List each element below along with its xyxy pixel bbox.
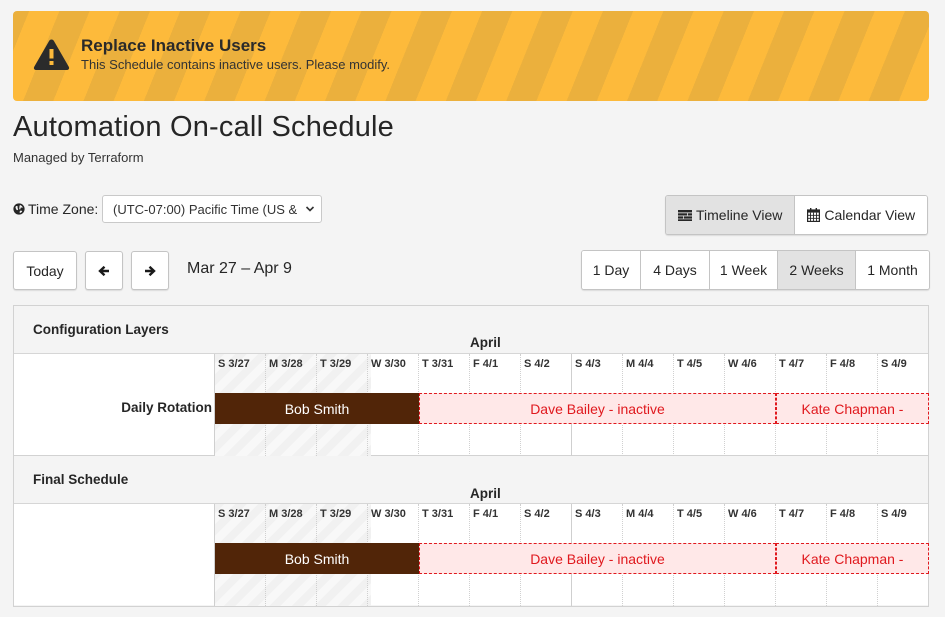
day-label: W 3/30 [371, 508, 406, 520]
calendar-view-button[interactable]: Calendar View [794, 196, 928, 234]
day-label: T 3/29 [320, 358, 352, 370]
day-label: S 4/2 [524, 358, 550, 370]
range-4-days-button[interactable]: 4 Days [640, 251, 709, 289]
day-label: T 3/29 [320, 508, 352, 520]
timeline-view-label: Timeline View [696, 207, 783, 223]
day-label: T 4/5 [677, 358, 703, 370]
day-label: S 4/3 [575, 508, 601, 520]
day-label: W 3/30 [371, 358, 406, 370]
shift-user-name: Dave Bailey - inactive [530, 400, 665, 417]
shift-bar-inactive[interactable]: Dave Bailey - inactive [419, 393, 776, 424]
arrow-left-icon [98, 265, 109, 276]
page-title: Automation On-call Schedule [13, 111, 394, 143]
banner-title: Replace Inactive Users [81, 36, 267, 55]
day-label: S 3/27 [218, 358, 250, 370]
view-toggle-group: Timeline View Calendar View [665, 195, 929, 235]
day-label: T 4/7 [779, 508, 805, 520]
previous-button[interactable] [85, 251, 123, 290]
month-label: April [470, 335, 501, 350]
configuration-layers-panel: Configuration Layers April Daily Rotatio… [13, 305, 929, 456]
range-toggle-group: 1 Day 4 Days 1 Week 2 Weeks 1 Month [581, 250, 930, 290]
arrow-right-icon [145, 265, 156, 276]
day-label: F 4/8 [830, 358, 856, 370]
shift-bar-inactive[interactable]: Kate Chapman - [776, 393, 929, 424]
day-label: W 4/6 [728, 358, 757, 370]
timezone-selected-value: (UTC-07:00) Pacific Time (US & [113, 201, 298, 217]
panel-body: S 3/27 M 3/28 T 3/29 W 3/30 T 3/31 F 4/1 S 4/2… [14, 503, 929, 606]
globe-icon [13, 203, 25, 215]
shift-user-name: Bob Smith [284, 550, 350, 567]
timeline-icon [678, 209, 692, 221]
calendar-icon [807, 208, 821, 222]
shift-bar-inactive[interactable]: Dave Bailey - inactive [419, 543, 776, 574]
day-label: T 4/7 [779, 358, 805, 370]
day-label: M 3/28 [269, 358, 303, 370]
panel-title: Final Schedule [33, 472, 129, 487]
day-label: F 4/8 [830, 508, 856, 520]
final-schedule-panel: Final Schedule April S 3/27 M 3/28 T 3/29 W… [13, 456, 929, 607]
panel-title: Configuration Layers [33, 322, 169, 337]
timeline-grid: S 3/27 M 3/28 T 3/29 W 3/30 T 3/31 F 4/1 S 4/2… [214, 504, 929, 606]
page-subtitle: Managed by Terraform [13, 150, 144, 165]
day-label: M 4/4 [626, 358, 654, 370]
range-2-weeks-button[interactable]: 2 Weeks [777, 251, 855, 289]
layer-row-label: Daily Rotation [121, 400, 212, 415]
day-label: T 4/5 [677, 508, 703, 520]
day-label: S 4/9 [881, 508, 907, 520]
date-range-label: Mar 27 – Apr 9 [187, 260, 292, 277]
panel-body: Daily Rotation S 3/27 M 3/28 T 3/29 W 3/30 T… [14, 353, 929, 456]
shift-user-name: Bob Smith [284, 400, 350, 417]
timezone-label: Time Zone: [13, 201, 98, 217]
chevron-down-icon [305, 202, 315, 219]
day-label: T 3/31 [422, 508, 454, 520]
next-button[interactable] [131, 251, 169, 290]
today-button[interactable]: Today [13, 251, 77, 290]
banner-message: This Schedule contains inactive users. P… [81, 57, 391, 72]
shift-bar-active[interactable]: Bob Smith [215, 393, 419, 424]
shift-user-name: Dave Bailey - inactive [530, 550, 665, 567]
day-label: S 4/3 [575, 358, 601, 370]
day-label: S 4/9 [881, 358, 907, 370]
month-label: April [470, 486, 501, 501]
shift-user-name: Kate Chapman - [801, 550, 904, 567]
day-label: T 3/31 [422, 358, 454, 370]
timeline-view-button[interactable]: Timeline View [666, 196, 795, 234]
shift-user-name: Kate Chapman - [801, 400, 904, 417]
timeline-grid: S 3/27 M 3/28 T 3/29 W 3/30 T 3/31 F 4/1 S 4/2… [214, 354, 929, 456]
warning-triangle-icon [33, 39, 70, 70]
day-label: S 3/27 [218, 508, 250, 520]
day-label: F 4/1 [473, 358, 499, 370]
day-label: M 4/4 [626, 508, 654, 520]
day-label: M 3/28 [269, 508, 303, 520]
day-label: S 4/2 [524, 508, 550, 520]
inactive-users-banner: Replace Inactive Users This Schedule con… [13, 11, 929, 101]
day-label: F 4/1 [473, 508, 499, 520]
shift-bar-active[interactable]: Bob Smith [215, 543, 419, 574]
range-1-month-button[interactable]: 1 Month [855, 251, 929, 289]
range-1-week-button[interactable]: 1 Week [709, 251, 777, 289]
day-label: W 4/6 [728, 508, 757, 520]
timezone-select[interactable]: (UTC-07:00) Pacific Time (US & [102, 195, 322, 223]
range-1-day-button[interactable]: 1 Day [582, 251, 640, 289]
calendar-view-label: Calendar View [824, 207, 916, 223]
timezone-label-text: Time Zone: [28, 201, 99, 217]
shift-bar-inactive[interactable]: Kate Chapman - [776, 543, 929, 574]
